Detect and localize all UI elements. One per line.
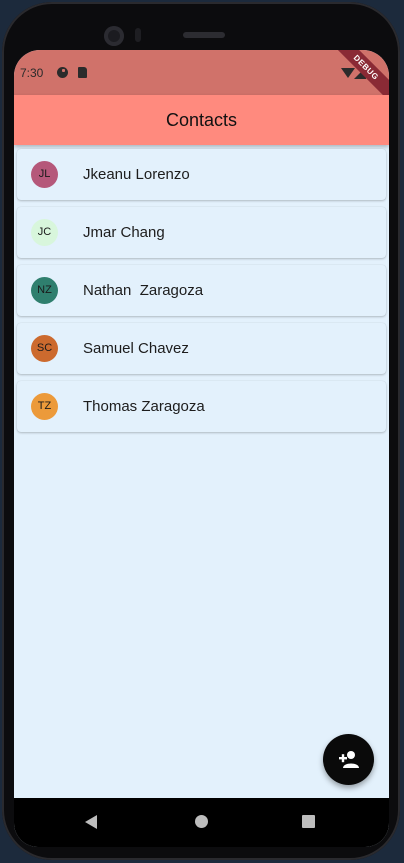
contact-name: Samuel Chavez xyxy=(83,340,189,357)
contact-name: Nathan Zaragoza xyxy=(83,282,204,299)
back-icon[interactable] xyxy=(85,815,97,829)
wifi-icon xyxy=(341,68,355,78)
contact-card-sc[interactable]: SC Samuel Chavez xyxy=(17,323,386,374)
add-contact-button[interactable] xyxy=(323,734,374,785)
contact-name: Jmar Chang xyxy=(83,224,165,241)
home-icon[interactable] xyxy=(195,815,208,828)
front-camera xyxy=(104,26,124,46)
contact-card-jc[interactable]: JC Jmar Chang xyxy=(17,207,386,258)
avatar: NZ xyxy=(31,277,58,304)
contact-card-jl[interactable]: JL Jkeanu Lorenzo xyxy=(17,149,386,200)
proximity-sensor xyxy=(135,28,141,42)
avatar: SC xyxy=(31,335,58,362)
contact-card-tz[interactable]: TZ Thomas Zaragoza xyxy=(17,381,386,432)
earpiece-speaker xyxy=(183,32,225,38)
recents-icon[interactable] xyxy=(302,815,315,828)
avatar: JC xyxy=(31,219,58,246)
avatar: JL xyxy=(31,161,58,188)
app-screen: 7:30 DEBUG Contacts JL Jkeanu Lorenzo JC… xyxy=(14,50,389,847)
person-add-icon xyxy=(339,751,359,768)
status-bar: 7:30 DEBUG xyxy=(14,50,389,105)
system-nav-bar xyxy=(14,798,389,847)
contact-card-nz[interactable]: NZ Nathan Zaragoza xyxy=(17,265,386,316)
app-bar: Contacts xyxy=(14,95,389,145)
page-title: Contacts xyxy=(165,110,238,130)
status-time: 7:30 xyxy=(20,66,44,80)
contact-name: Jkeanu Lorenzo xyxy=(83,166,190,183)
sd-card-icon xyxy=(78,67,87,78)
contact-list: JL Jkeanu Lorenzo JC Jmar Chang NZ Natha… xyxy=(17,149,386,439)
avatar: TZ xyxy=(31,393,58,420)
contact-name: Thomas Zaragoza xyxy=(83,398,205,415)
data-saver-icon xyxy=(57,67,68,78)
